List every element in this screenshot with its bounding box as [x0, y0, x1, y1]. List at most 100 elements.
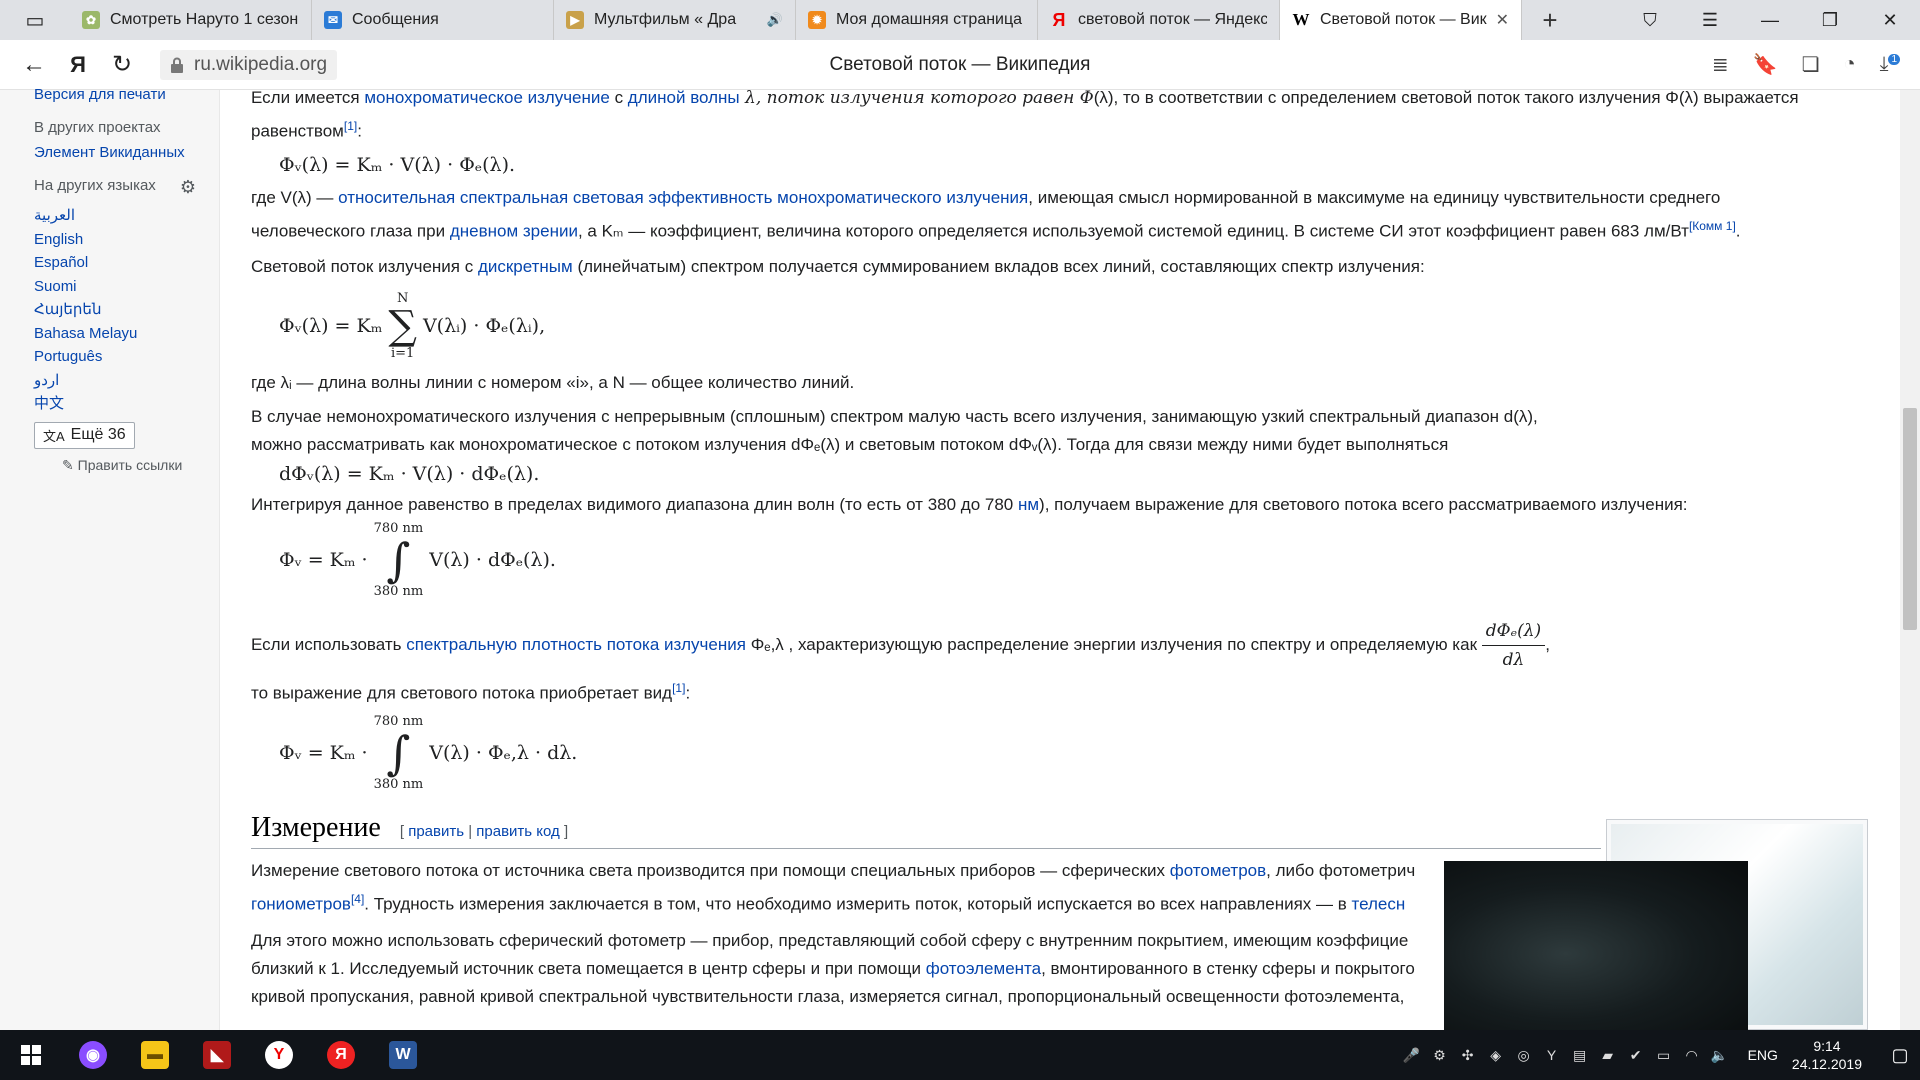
video-popup[interactable]	[1444, 861, 1748, 1030]
link-solid-angle[interactable]: телесн	[1352, 895, 1406, 914]
link-discrete[interactable]: дискретным	[478, 257, 573, 276]
edit-link[interactable]: править	[408, 823, 464, 840]
collections-icon[interactable]: ❏	[1802, 52, 1820, 77]
tab-wikipedia[interactable]: W Световой поток — Вик ✕	[1280, 0, 1522, 40]
alice-assistant-icon[interactable]: ◉	[62, 1030, 124, 1080]
link-spectral-density[interactable]: спектральную плотность потока излучения	[406, 635, 746, 654]
paragraph: где λᵢ — длина волны линии с номером «i»…	[251, 373, 855, 393]
close-tab-icon[interactable]: ✕	[1496, 10, 1509, 30]
game-app-icon[interactable]: ◣	[186, 1030, 248, 1080]
taskbar: ◉ ▬ ◣ Y Я W 🎤 ⚙ ✣ ◈ ◎ Y ▤ ▰ ✔ ▭ ◠ 🔈 ENG …	[0, 1030, 1920, 1080]
windows-start-icon[interactable]	[0, 1030, 62, 1080]
minimize-button[interactable]: —	[1740, 0, 1800, 40]
language-link[interactable]: 中文	[34, 392, 219, 416]
restore-button[interactable]: ❐	[1800, 0, 1860, 40]
fraction-numerator: dΦₑ(λ)	[1481, 617, 1546, 647]
favicon-icon: ✹	[808, 11, 826, 29]
speaker-icon[interactable]: 🔊	[767, 12, 783, 28]
edit-links[interactable]: ✎ Править ссылки	[62, 457, 219, 474]
formula-5: Φᵥ = Kₘ · 780 nm ∫ 380 nm V(λ) · Φₑ,λ · …	[279, 714, 1831, 792]
formula-part: V(λᵢ) · Φₑ(λᵢ),	[422, 315, 546, 338]
reference[interactable]: [1]	[672, 681, 685, 695]
language-link[interactable]: Español	[34, 251, 219, 275]
bookmark-icon[interactable]: 🔖	[1753, 52, 1778, 77]
steam-icon[interactable]: ⚙	[1426, 1047, 1454, 1064]
link-spectral-efficiency[interactable]: относительная спектральная световая эффе…	[338, 188, 1028, 207]
tray-app-icon[interactable]: ✣	[1454, 1047, 1482, 1064]
tab-cartoon[interactable]: ▶ Мультфильм « Дра 🔊	[554, 0, 796, 40]
video-frame	[1444, 861, 1748, 1030]
link-photometers[interactable]: фотометров	[1170, 861, 1266, 880]
yandex-icon[interactable]: Я	[310, 1030, 372, 1080]
yandex-browser-icon[interactable]: Y	[248, 1030, 310, 1080]
link-monochromatic[interactable]: монохроматическое излучение	[364, 90, 610, 107]
downloads-icon[interactable]: ⤓ 1	[1880, 53, 1900, 76]
language-link[interactable]: Հայերեն	[34, 298, 219, 322]
note[interactable]: [Комм 1]	[1689, 219, 1736, 233]
notifications-icon[interactable]: ▢	[1880, 1045, 1920, 1066]
link-photocell[interactable]: фотоэлемента	[926, 959, 1041, 978]
tray-app-icon[interactable]: ▰	[1594, 1047, 1622, 1064]
battery-icon[interactable]: ▭	[1650, 1047, 1678, 1064]
url-text: ru.wikipedia.org	[194, 53, 328, 75]
scrollbar-thumb[interactable]	[1903, 408, 1917, 630]
tabs-menu-icon[interactable]: ▭	[0, 0, 70, 40]
clock[interactable]: 9:14 24.12.2019	[1792, 1037, 1862, 1073]
tray-app-icon[interactable]: ◈	[1482, 1047, 1510, 1064]
volume-icon[interactable]: 🔈	[1706, 1047, 1734, 1064]
language-link[interactable]: English	[34, 228, 219, 252]
formula-part: V(λ) · dΦₑ(λ).	[429, 549, 556, 572]
other-projects-heading: В других проектах	[34, 119, 161, 136]
link-wavelength[interactable]: длиной волны	[628, 90, 740, 107]
microphone-icon[interactable]: 🎤	[1398, 1047, 1426, 1064]
wifi-icon[interactable]: ◠	[1678, 1047, 1706, 1064]
back-button[interactable]: ←	[12, 45, 56, 85]
reload-button[interactable]: ↻	[100, 45, 144, 85]
url-field[interactable]: ru.wikipedia.org	[160, 49, 338, 80]
tab-home[interactable]: ✹ Моя домашняя страница	[796, 0, 1038, 40]
tab-naruto[interactable]: ✿ Смотреть Наруто 1 сезон	[70, 0, 312, 40]
reference[interactable]: [4]	[351, 892, 364, 906]
new-tab-button[interactable]: +	[1522, 0, 1578, 40]
extension-icon[interactable]: ◔	[1844, 53, 1856, 76]
languages-heading-label: На других языках	[34, 177, 156, 194]
link-goniometers[interactable]: гониометров	[251, 895, 351, 914]
favicon-icon: ▶	[566, 11, 584, 29]
file-explorer-icon[interactable]: ▬	[124, 1030, 186, 1080]
reader-mode-icon[interactable]: ≣	[1712, 52, 1729, 77]
input-language[interactable]: ENG	[1748, 1047, 1778, 1063]
formula-1: Φᵥ(λ) = Kₘ · V(λ) · Φₑ(λ).	[279, 153, 516, 176]
address-bar-actions: ≣ 🔖 ❏ ◔ ⤓ 1	[1712, 52, 1900, 77]
word-icon[interactable]: W	[372, 1030, 434, 1080]
scrollbar[interactable]	[1900, 90, 1920, 1030]
formula-part: Φᵥ(λ) = Kₘ	[279, 315, 383, 338]
tab-yandex-search[interactable]: Я световой поток — Яндекс	[1038, 0, 1280, 40]
print-version-link[interactable]: Версия для печати	[34, 86, 219, 103]
paragraph: Измерение светового потока от источника …	[251, 857, 1451, 919]
gear-icon[interactable]: ⚙	[180, 177, 196, 198]
language-link[interactable]: العربية	[34, 204, 219, 228]
close-window-button[interactable]: ✕	[1860, 0, 1920, 40]
yandex-tray-icon[interactable]: Y	[1538, 1047, 1566, 1063]
link-daylight-vision[interactable]: дневном зрении	[450, 221, 578, 240]
text: Если имеется	[251, 90, 365, 107]
reference[interactable]: [1]	[344, 119, 357, 133]
tray-app-icon[interactable]: ✔	[1622, 1047, 1650, 1064]
link-nm[interactable]: нм	[1018, 495, 1039, 514]
text: кривой пропускания, равной кривой спектр…	[251, 986, 1405, 1006]
wikidata-link[interactable]: Элемент Викиданных	[34, 144, 219, 161]
tray-app-icon[interactable]: ◎	[1510, 1047, 1538, 1064]
more-languages-button[interactable]: 文A Ещё 36	[34, 421, 135, 449]
paragraph: Световой поток излучения с дискретным (л…	[251, 253, 1831, 281]
yandex-logo-button[interactable]: Я	[56, 45, 100, 85]
bookmarks-icon[interactable]: ⛉	[1620, 0, 1680, 40]
text: Φₑ,λ , характеризующую распределение эне…	[745, 635, 1482, 655]
language-link[interactable]: Suomi	[34, 275, 219, 299]
language-link[interactable]: اردو	[34, 369, 219, 393]
language-link[interactable]: Português	[34, 345, 219, 369]
tab-messages[interactable]: ✉ Сообщения	[312, 0, 554, 40]
language-link[interactable]: Bahasa Melayu	[34, 322, 219, 346]
menu-icon[interactable]: ☰	[1680, 0, 1740, 40]
tray-app-icon[interactable]: ▤	[1566, 1047, 1594, 1064]
edit-code-link[interactable]: править код	[476, 823, 560, 840]
